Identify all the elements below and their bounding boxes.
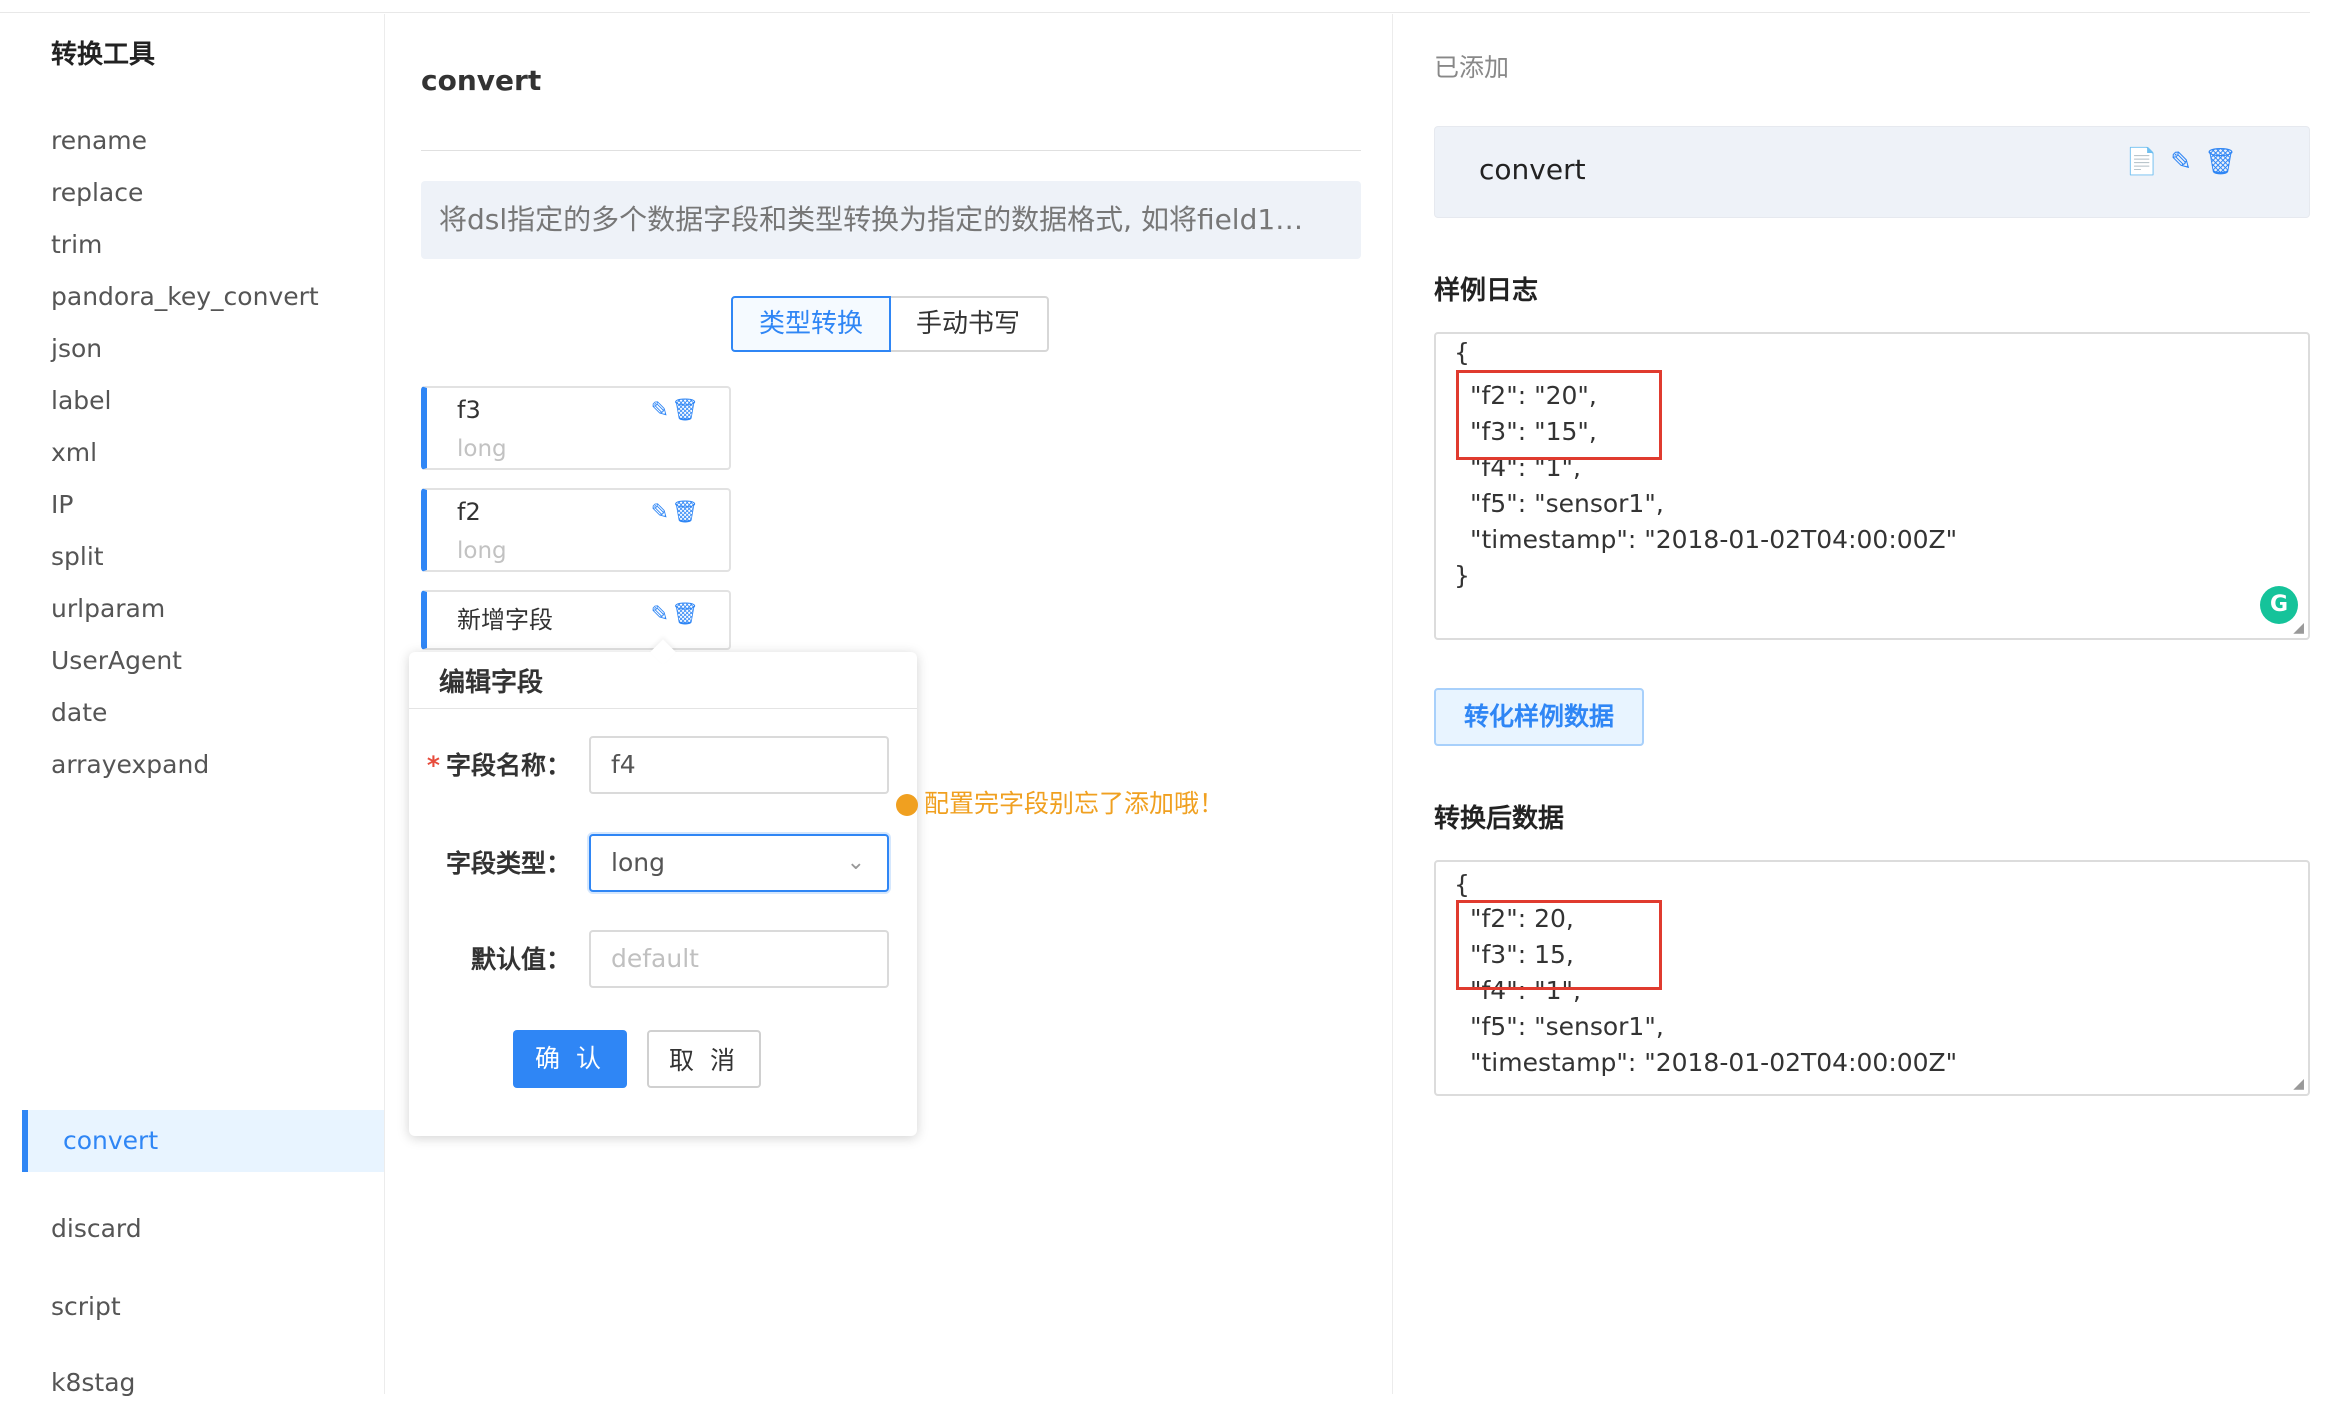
added-item-actions: 📄✎🗑	[2126, 147, 2249, 177]
sidebar-item-k8stag[interactable]: k8stag	[22, 1352, 384, 1414]
field-actions: ✎🗑	[651, 602, 701, 627]
added-label: 已添加	[1434, 53, 1510, 82]
field-card-f3[interactable]: f3 long ✎🗑	[421, 386, 731, 470]
title-divider	[421, 150, 1361, 151]
highlight-box	[1456, 370, 1662, 460]
delete-icon[interactable]: 🗑	[671, 398, 701, 423]
edit-icon[interactable]: ✎	[651, 602, 671, 627]
field-type: long	[457, 538, 507, 564]
edit-icon[interactable]: ✎	[2170, 147, 2204, 177]
edit-icon[interactable]: ✎	[651, 500, 671, 525]
cancel-button[interactable]: 取 消	[647, 1030, 761, 1088]
chevron-down-icon: ⌄	[846, 850, 865, 875]
sample-log-textarea[interactable]: { "f2": "20", "f3": "15", "f4": "1", "f5…	[1434, 332, 2310, 640]
grammarly-icon[interactable]: G	[2260, 586, 2298, 624]
resize-handle[interactable]: ◢	[2293, 1076, 2304, 1092]
added-item-name: convert	[1479, 153, 1586, 186]
result-textarea[interactable]: { "f2": 20, "f3": 15, "f4": "1", "f5": "…	[1434, 860, 2310, 1096]
edit-field-popover: 编辑字段 * 字段名称： f4 字段类型： long ⌄ 默认值： default…	[409, 639, 917, 1136]
sidebar-item-convert[interactable]: convert	[22, 1110, 384, 1172]
field-name-label: * 字段名称：	[421, 746, 571, 782]
top-divider	[0, 12, 2310, 13]
default-label: 默认值：	[470, 945, 571, 974]
delete-icon[interactable]: 🗑	[671, 500, 701, 525]
code-line: "timestamp": "2018-01-02T04:00:00Z"	[1470, 1048, 1958, 1077]
field-type-select[interactable]: long ⌄	[589, 834, 889, 892]
description: 将dsl指定的多个数据字段和类型转换为指定的数据格式, 如将field1…	[421, 181, 1361, 259]
popover-title: 编辑字段	[439, 668, 544, 698]
delete-icon[interactable]: 🗑	[2204, 147, 2249, 177]
field-card-new[interactable]: 新增字段 ✎🗑	[421, 590, 731, 650]
tab-type-convert[interactable]: 类型转换	[731, 296, 891, 352]
panel-divider	[1392, 14, 1393, 1394]
field-name: f2	[457, 498, 481, 526]
field-type-label: 字段类型：	[445, 849, 571, 878]
required-mark: *	[426, 751, 440, 780]
result-title: 转换后数据	[1434, 804, 1565, 834]
warning-icon	[896, 794, 918, 816]
default-placeholder: default	[611, 944, 699, 973]
sidebar-divider	[384, 14, 385, 1394]
default-input[interactable]: default	[589, 930, 889, 988]
tab-manual-write[interactable]: 手动书写	[887, 296, 1049, 352]
field-name: f3	[457, 396, 481, 424]
resize-handle[interactable]: ◢	[2293, 620, 2304, 636]
code-line: "f5": "sensor1",	[1470, 1012, 1664, 1041]
code-line: "timestamp": "2018-01-02T04:00:00Z"	[1470, 525, 1958, 554]
field-actions: ✎🗑	[651, 398, 701, 423]
convert-sample-button[interactable]: 转化样例数据	[1434, 688, 1644, 746]
code-line: {	[1454, 338, 1470, 367]
field-card-f2[interactable]: f2 long ✎🗑	[421, 488, 731, 572]
field-type: long	[457, 436, 507, 462]
delete-icon[interactable]: 🗑	[671, 602, 701, 627]
sidebar-item-discard[interactable]: discard	[22, 1198, 384, 1260]
sidebar-item-script[interactable]: script	[22, 1276, 384, 1338]
sidebar-title: 转换工具	[51, 40, 156, 70]
popover-divider	[409, 708, 917, 709]
confirm-button[interactable]: 确 认	[513, 1030, 627, 1088]
page-title: convert	[421, 64, 542, 97]
sidebar-item-arrayexpand[interactable]: arrayexpand	[22, 734, 384, 796]
code-line: }	[1454, 561, 1470, 590]
field-name: 新增字段	[457, 606, 553, 634]
sample-log-title: 样例日志	[1434, 276, 1539, 306]
field-name-input[interactable]: f4	[589, 736, 889, 794]
field-name-label-text: 字段名称：	[445, 751, 571, 780]
code-line: {	[1454, 870, 1470, 899]
code-line: "f5": "sensor1",	[1470, 489, 1664, 518]
field-type-value: long	[611, 848, 665, 877]
edit-icon[interactable]: ✎	[651, 398, 671, 423]
field-actions: ✎🗑	[651, 500, 701, 525]
added-item-card: convert 📄✎🗑	[1434, 126, 2310, 218]
copy-icon[interactable]: 📄	[2126, 147, 2170, 177]
warning-text: 配置完字段别忘了添加哦！	[924, 789, 1225, 818]
highlight-box	[1456, 900, 1662, 990]
warning-message: 配置完字段别忘了添加哦！	[896, 784, 1225, 820]
sidebar: 转换工具 rename replace trim pandora_key_con…	[22, 14, 384, 1397]
